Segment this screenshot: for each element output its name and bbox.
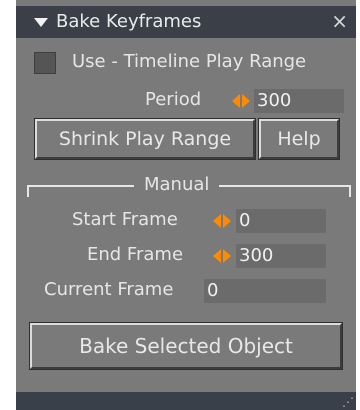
use-timeline-label: Use - Timeline Play Range: [72, 51, 307, 72]
end-frame-label: End Frame: [87, 244, 184, 265]
triangle-down-icon[interactable]: [34, 18, 48, 27]
bake-selected-object-button[interactable]: Bake Selected Object: [29, 322, 343, 370]
end-frame-field[interactable]: 300: [236, 244, 326, 268]
close-icon[interactable]: ×: [331, 9, 348, 33]
period-label: Period: [145, 89, 202, 110]
start-frame-label: Start Frame: [72, 209, 178, 230]
status-bar: ⋰: [16, 392, 356, 410]
window-title: Bake Keyframes: [56, 11, 202, 32]
current-frame-label: Current Frame: [44, 279, 174, 300]
period-spinner-icon[interactable]: [231, 91, 251, 111]
shrink-play-range-button[interactable]: Shrink Play Range: [34, 118, 256, 160]
start-frame-field[interactable]: 0: [236, 209, 326, 233]
current-frame-field: 0: [204, 279, 326, 303]
start-frame-spinner-icon[interactable]: [212, 211, 232, 231]
manual-group-label: Manual: [134, 174, 220, 195]
end-frame-spinner-icon[interactable]: [212, 246, 232, 266]
use-timeline-checkbox[interactable]: [34, 52, 56, 74]
period-field[interactable]: 300: [254, 89, 344, 113]
help-button[interactable]: Help: [258, 118, 340, 160]
bake-keyframes-panel: Bake Keyframes × Use - Timeline Play Ran…: [16, 0, 356, 410]
resize-grip-icon[interactable]: ⋰: [342, 395, 354, 409]
title-bar[interactable]: Bake Keyframes ×: [16, 6, 356, 38]
